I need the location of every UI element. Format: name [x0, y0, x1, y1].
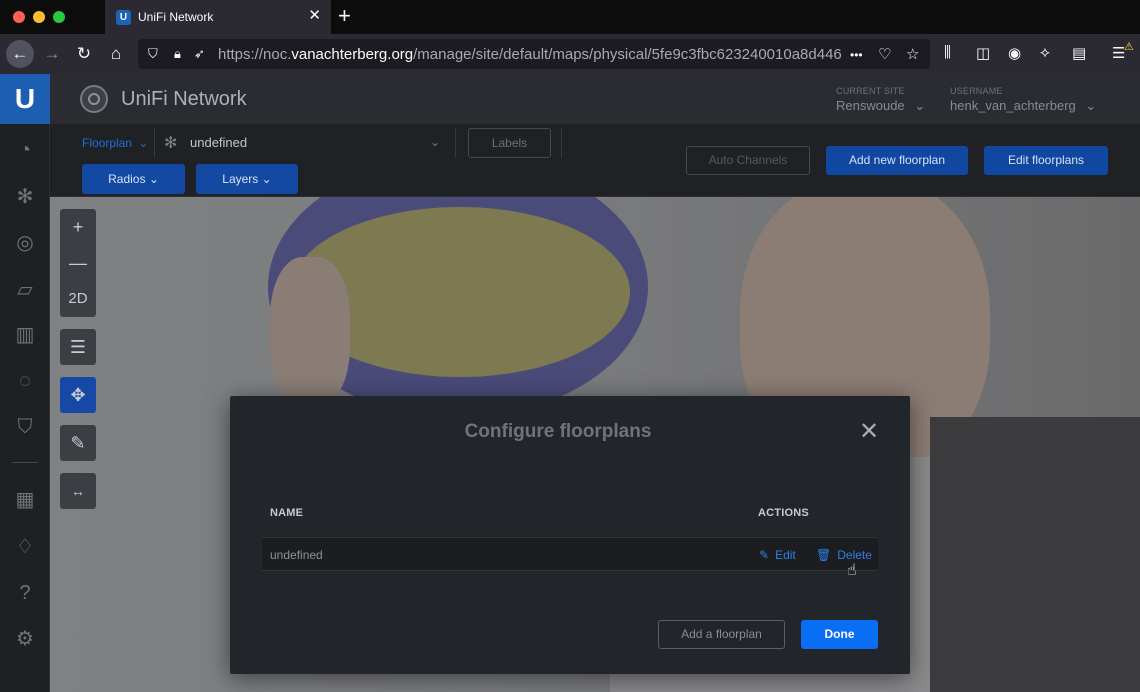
chevron-down-icon: ⌄	[914, 98, 926, 113]
clients-icon[interactable]: ▱	[11, 276, 39, 304]
divider	[455, 128, 456, 158]
pencil-icon: ✎	[759, 548, 770, 562]
floorplan-name: undefined	[270, 548, 323, 562]
tab-title: UniFi Network	[138, 10, 214, 24]
tab-close-icon[interactable]: ✕	[308, 8, 321, 24]
radios-dropdown-button[interactable]: Radios ⌄	[82, 164, 185, 194]
topology-icon[interactable]: ✻	[11, 183, 39, 211]
devices-icon[interactable]: ◎	[11, 229, 39, 257]
floorplan-dropdown[interactable]: Floorplan ⌄	[82, 136, 148, 150]
alerts-bell-icon[interactable]: ♢	[11, 533, 39, 561]
divider	[561, 128, 562, 158]
shield-icon[interactable]: ⛉	[148, 46, 158, 62]
sidebar-toggle-icon[interactable]: ◫	[976, 44, 990, 62]
brand-title: UniFi Network	[121, 88, 247, 110]
divider	[154, 128, 155, 158]
chevron-down-icon: ⌄	[148, 172, 159, 186]
chevron-down-icon[interactable]: ⌄	[430, 135, 440, 149]
home-button[interactable]: ⌂	[102, 40, 130, 68]
draw-tool-button[interactable]: ✎	[60, 425, 96, 461]
library-icon[interactable]: ⫼	[944, 44, 951, 61]
hand-cursor-icon: ☝	[847, 562, 857, 579]
permissions-icon[interactable]: ➶	[194, 46, 205, 62]
unifi-favicon-icon: U	[116, 10, 131, 25]
account-icon[interactable]: ◉	[1008, 44, 1021, 62]
browser-tab[interactable]: U UniFi Network ✕	[105, 0, 331, 34]
bookmark-star-icon[interactable]: ☆	[906, 45, 919, 63]
add-new-floorplan-button[interactable]: Add new floorplan	[826, 146, 968, 175]
delete-floorplan-button[interactable]: 🗑︎ Delete	[816, 548, 872, 562]
new-tab-icon[interactable]: +	[338, 4, 351, 28]
move-tool-button[interactable]: ✥	[60, 377, 96, 413]
browser-toolbar: ← → ↻ ⌂ ⛉ 🔒︎ ➶ https://noc.vanachterberg…	[0, 34, 1140, 74]
view-mode-2d-button[interactable]: 2D	[60, 281, 96, 317]
add-floorplan-button[interactable]: Add a floorplan	[658, 620, 785, 649]
maximize-window-button[interactable]	[53, 11, 65, 23]
insights-icon[interactable]: ◌	[11, 367, 39, 395]
trash-icon: 🗑︎	[816, 548, 832, 562]
measure-tool-button[interactable]: ↔	[60, 473, 96, 509]
floorplan-image-hand	[270, 257, 350, 407]
security-shield-icon[interactable]: ⛉	[11, 413, 39, 441]
dashboard-icon[interactable]: ◔	[11, 136, 39, 164]
layers-dropdown-button[interactable]: Layers ⌄	[196, 164, 298, 194]
url-text[interactable]: https://noc.vanachterberg.org/manage/sit…	[218, 46, 842, 63]
close-icon[interactable]: ✕	[857, 420, 881, 444]
sidebar-divider	[12, 462, 38, 463]
column-header-name: NAME	[270, 507, 304, 519]
current-site-label: CURRENT SITE	[836, 86, 905, 96]
close-window-button[interactable]	[13, 11, 25, 23]
chevron-down-icon: ⌄	[1085, 98, 1097, 113]
column-header-actions: ACTIONS	[758, 507, 809, 519]
statistics-icon[interactable]: ▥	[11, 321, 39, 349]
edit-floorplans-button[interactable]: Edit floorplans	[984, 146, 1108, 175]
topology-icon: ✻	[164, 135, 178, 152]
back-button[interactable]: ←	[6, 40, 34, 68]
unifi-logo-icon[interactable]: U	[0, 74, 50, 124]
url-bar[interactable]: ⛉ 🔒︎ ➶ https://noc.vanachterberg.org/man…	[138, 39, 930, 69]
floorplan-select[interactable]: undefined	[190, 135, 247, 150]
auto-channels-button[interactable]: Auto Channels	[686, 146, 810, 175]
configure-floorplans-modal: Configure floorplans ✕ NAME ACTIONS unde…	[230, 396, 910, 674]
username-menu[interactable]: henk_van_achterberg ⌄	[950, 98, 1096, 114]
list-tool-button[interactable]: ☰	[60, 329, 96, 365]
move-arrows-icon: ✥	[70, 385, 86, 405]
measure-icon: ↔	[71, 483, 85, 499]
lock-icon[interactable]: 🔒︎	[174, 46, 181, 62]
warning-icon: ⚠	[1124, 41, 1134, 53]
done-button[interactable]: Done	[801, 620, 878, 649]
modal-title: Configure floorplans	[464, 421, 652, 442]
minimize-window-button[interactable]	[33, 11, 45, 23]
reload-button[interactable]: ↻	[70, 40, 98, 68]
pencil-icon: ✎	[70, 433, 86, 453]
extension-icon[interactable]: ⟡	[1040, 44, 1050, 61]
reader-icon[interactable]: ▤	[1072, 44, 1086, 62]
current-site-select[interactable]: Renswoude ⌄	[836, 98, 925, 114]
help-icon[interactable]: ?	[11, 579, 39, 607]
table-row: undefined ✎ Edit 🗑︎ Delete	[262, 537, 878, 571]
floorplan-toolbar: Floorplan ⌄ ✻ undefined ⌄ Labels Radios …	[50, 124, 1140, 197]
edit-floorplan-button[interactable]: ✎ Edit	[759, 548, 796, 562]
page-actions-icon[interactable]: •••	[850, 48, 863, 62]
browser-titlebar: U UniFi Network ✕ +	[0, 0, 1140, 34]
unifi-circle-logo-icon	[80, 85, 108, 113]
list-icon: ☰	[69, 337, 87, 357]
floorplan-image-jacket	[930, 417, 1140, 692]
chevron-down-icon: ⌄	[261, 172, 272, 186]
zoom-controls: + — 2D	[60, 209, 96, 317]
settings-gear-icon[interactable]: ⚙	[11, 625, 39, 653]
chevron-down-icon: ⌄	[138, 136, 149, 150]
app-sidebar: U ◔ ✻ ◎ ▱ ▥ ◌ ⛉ ▦ ♢ ? ⚙	[0, 74, 50, 692]
pocket-icon[interactable]: ♡	[878, 45, 891, 63]
zoom-out-icon[interactable]: —	[60, 245, 96, 281]
forward-button[interactable]: →	[38, 40, 66, 68]
events-calendar-icon[interactable]: ▦	[11, 486, 39, 514]
username-label: USERNAME	[950, 86, 1003, 96]
zoom-in-icon[interactable]: +	[60, 209, 96, 245]
labels-button[interactable]: Labels	[468, 128, 551, 158]
app-header: UniFi Network CURRENT SITE Renswoude ⌄ U…	[50, 74, 1140, 124]
